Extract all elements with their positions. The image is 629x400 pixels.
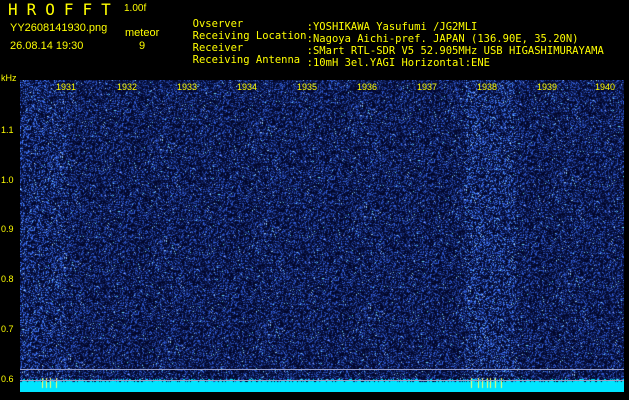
x-tick-label: 1932 — [117, 82, 138, 92]
antenna-value: :10mH 3el.YAGI Horizontal:ENE — [306, 57, 490, 69]
meteor-label: meteor — [125, 27, 160, 39]
observer-row: Ovserver:YOSHIKAWA Yasufumi /JG2MLI — [180, 6, 478, 33]
image-filename: YY2608141930.png — [10, 22, 108, 34]
frequency-unit-label: kHz — [1, 73, 17, 83]
reference-line-lower — [20, 380, 624, 381]
x-tick-label: 1933 — [177, 82, 198, 92]
app-logo: HROFFT — [8, 0, 120, 19]
x-tick-label: 1939 — [537, 82, 558, 92]
y-tick-label: 0.6 — [1, 374, 14, 384]
y-tick-label: 1.0 — [1, 175, 14, 185]
capture-datetime: 26.08.14 19:30 — [10, 40, 84, 52]
reference-line-upper — [20, 369, 624, 370]
app-version: 1.00f — [124, 3, 147, 14]
x-tick-label: 1938 — [477, 82, 498, 92]
antenna-key: Receiving Antenna — [192, 54, 301, 66]
receiver-row: Receiver:SMart RTL-SDR V5 52.905MHz USB … — [180, 30, 604, 57]
location-row: Receiving Location:Nagoya Aichi-pref. JA… — [180, 18, 579, 45]
x-tick-label: 1931 — [56, 82, 77, 92]
x-tick-label: 1934 — [237, 82, 258, 92]
spectrogram-plot — [20, 80, 624, 392]
y-tick-label: 0.8 — [1, 274, 14, 284]
spectrogram-canvas — [20, 80, 624, 392]
y-tick-label: 0.9 — [1, 224, 14, 234]
x-tick-label: 1937 — [417, 82, 438, 92]
meteor-count: 9 — [139, 40, 146, 52]
y-tick-label: 0.7 — [1, 324, 14, 334]
x-tick-label: 1940 — [595, 82, 616, 92]
x-tick-label: 1936 — [357, 82, 378, 92]
y-tick-label: 1.1 — [1, 125, 14, 135]
antenna-row: Receiving Antenna :10mH 3el.YAGI Horizont… — [180, 42, 490, 69]
x-tick-label: 1935 — [297, 82, 318, 92]
